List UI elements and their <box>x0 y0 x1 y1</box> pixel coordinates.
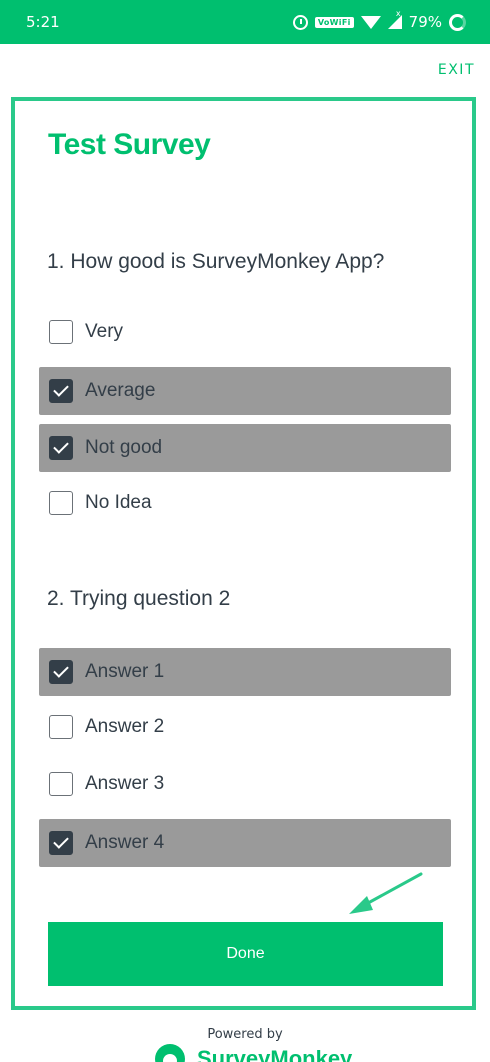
q1-option-not-good[interactable]: Not good <box>39 424 451 472</box>
option-label: Answer 2 <box>85 716 165 737</box>
checkbox-checked[interactable] <box>49 436 73 460</box>
option-label: Not good <box>85 437 163 458</box>
annotation-arrow-icon <box>349 872 423 914</box>
powered-by-text: Powered by <box>207 1027 283 1042</box>
q2-option-answer-3[interactable]: Answer 3 <box>39 760 451 808</box>
q1-option-no-idea[interactable]: No Idea <box>39 479 451 527</box>
checkbox[interactable] <box>49 772 73 796</box>
q1-option-average[interactable]: Average <box>39 367 451 415</box>
status-icons: VoWiFi x 79% <box>292 9 466 31</box>
survey-title: Test Survey <box>48 128 211 161</box>
checkbox-checked[interactable] <box>49 379 73 403</box>
option-label: Answer 1 <box>85 661 165 682</box>
status-time: 5:21 <box>26 13 60 31</box>
vowifi-icon: VoWiFi <box>314 16 354 28</box>
question-2-text: 2. Trying question 2 <box>47 587 231 610</box>
q2-option-answer-2[interactable]: Answer 2 <box>39 703 451 751</box>
q2-option-answer-1[interactable]: Answer 1 <box>39 648 451 696</box>
surveymonkey-brand: SurveyMonkey <box>155 1044 352 1062</box>
checkbox[interactable] <box>49 715 73 739</box>
checkbox-checked[interactable] <box>49 831 73 855</box>
q1-option-very[interactable]: Very <box>39 308 451 356</box>
no-data-mark: x <box>395 9 401 18</box>
signal-icon: x <box>387 9 402 29</box>
battery-icon <box>449 13 466 31</box>
status-bar: 5:21 VoWiFi x 79% <box>0 0 490 44</box>
exit-button[interactable]: EXIT <box>438 62 475 78</box>
battery-percent: 79% <box>408 13 442 31</box>
checkbox[interactable] <box>49 491 73 515</box>
option-label: Answer 4 <box>85 832 165 853</box>
done-button[interactable]: Done <box>48 922 443 986</box>
q2-option-answer-4[interactable]: Answer 4 <box>39 819 451 867</box>
question-1-text: 1. How good is SurveyMonkey App? <box>47 250 385 273</box>
option-label: Average <box>85 380 156 401</box>
brand-name: SurveyMonkey <box>197 1046 353 1062</box>
wifi-icon <box>360 15 381 29</box>
checkbox[interactable] <box>49 320 73 344</box>
surveymonkey-logo-icon <box>155 1044 185 1062</box>
option-label: No Idea <box>85 492 152 513</box>
alarm-icon <box>292 14 308 30</box>
option-label: Answer 3 <box>85 773 165 794</box>
option-label: Very <box>85 321 124 342</box>
checkbox-checked[interactable] <box>49 660 73 684</box>
